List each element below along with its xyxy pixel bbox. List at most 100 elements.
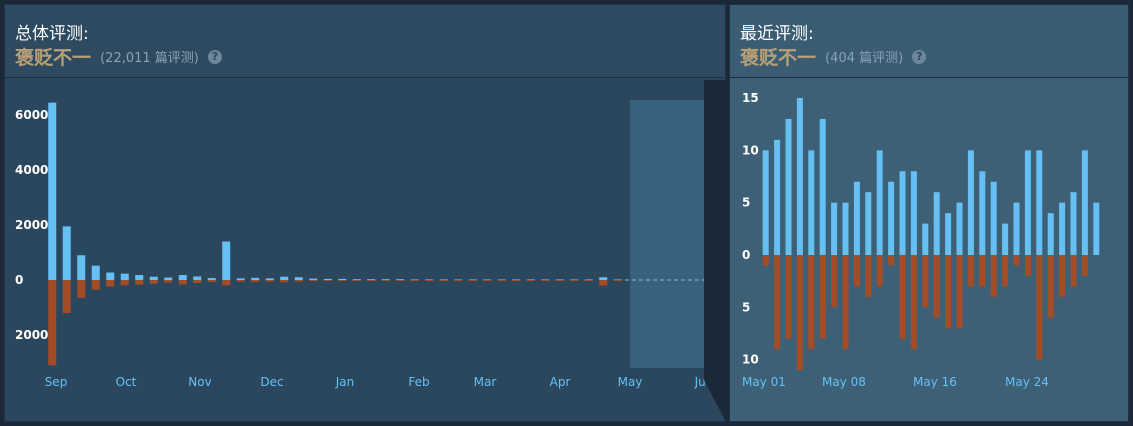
positive-review-bar — [1093, 202, 1100, 255]
negative-review-bar — [410, 280, 419, 281]
overall-reviews-chart[interactable]: 6000 4000 2000 0 2000 Sep Oct Nov Dec Jan Feb Mar Ap… — [5, 5, 725, 421]
negative-review-bar — [762, 255, 769, 266]
negative-review-bar — [106, 280, 115, 287]
positive-review-bar — [819, 118, 826, 255]
negative-review-bar — [853, 255, 860, 287]
negative-review-bar — [352, 280, 361, 281]
negative-review-bar — [865, 255, 872, 297]
negative-review-bar — [888, 255, 895, 266]
negative-review-bar — [1024, 255, 1031, 276]
negative-review-bar — [396, 280, 405, 281]
negative-review-bar — [945, 255, 952, 329]
x-tick-label: Jan — [335, 375, 355, 389]
negative-review-bar — [309, 280, 318, 282]
positive-review-bar — [149, 276, 158, 280]
negative-review-bar — [1047, 255, 1054, 318]
positive-review-bar — [77, 255, 86, 280]
positive-review-bar — [135, 275, 144, 280]
x-tick-label: May 01 — [742, 375, 786, 389]
positive-review-bar — [164, 277, 173, 280]
y-tick-label: 6000 — [15, 108, 48, 122]
positive-review-bar — [945, 213, 952, 255]
positive-review-bar — [990, 181, 997, 255]
negative-review-bar — [922, 255, 929, 308]
negative-review-bar — [338, 280, 347, 281]
negative-review-bar — [77, 280, 86, 298]
negative-review-bar — [62, 280, 71, 313]
negative-review-bar — [1013, 255, 1020, 266]
negative-review-bar — [876, 255, 883, 287]
positive-review-bar — [1013, 202, 1020, 255]
negative-review-bar — [933, 255, 940, 318]
negative-review-bar — [149, 280, 158, 284]
positive-review-bar — [796, 98, 803, 255]
positive-review-bar — [1081, 150, 1088, 255]
chart-connector-wedge — [704, 80, 728, 426]
highlight-range-overlay — [630, 100, 706, 368]
positive-review-bar — [120, 273, 129, 280]
x-tick-label: Nov — [188, 375, 211, 389]
negative-review-bar — [135, 280, 144, 285]
negative-review-bar — [584, 280, 593, 281]
negative-review-bar — [236, 280, 245, 282]
negative-review-bar — [831, 255, 838, 308]
negative-review-bar — [599, 280, 608, 286]
negative-review-bar — [570, 280, 579, 281]
positive-review-bar — [831, 202, 838, 255]
negative-review-bar — [796, 255, 803, 371]
positive-review-bar — [910, 171, 917, 255]
negative-review-bar — [265, 280, 274, 282]
x-tick-label: Sep — [45, 375, 68, 389]
y-tick-label: 2000 — [15, 218, 48, 232]
positive-review-bar — [251, 277, 260, 280]
y-tick-label: 0 — [742, 248, 750, 262]
positive-review-bar — [1047, 213, 1054, 255]
positive-review-bar — [774, 139, 781, 255]
y-tick-label: 0 — [15, 273, 23, 287]
positive-review-bar — [876, 150, 883, 255]
negative-review-bar — [425, 280, 434, 281]
y-tick-label: 5 — [742, 300, 750, 314]
positive-review-bar — [280, 276, 289, 280]
positive-review-bar — [599, 277, 608, 280]
negative-review-bar — [454, 280, 463, 281]
negative-review-bar — [967, 255, 974, 287]
x-tick-label: Feb — [408, 375, 429, 389]
x-tick-label: Apr — [550, 375, 571, 389]
negative-review-bar — [1081, 255, 1088, 276]
positive-review-bar — [762, 150, 769, 255]
y-tick-label: 2000 — [15, 328, 48, 342]
negative-review-bar — [193, 280, 202, 284]
negative-review-bar — [555, 280, 564, 281]
positive-review-bar — [865, 192, 872, 255]
positive-review-bar — [979, 171, 986, 255]
negative-review-bar — [178, 280, 187, 285]
y-tick-label: 15 — [742, 91, 759, 105]
x-tick-label: May — [618, 375, 643, 389]
recent-reviews-chart[interactable]: 15 10 5 0 5 10 May 01 May 08 May 16 May 24 — [730, 5, 1128, 421]
positive-review-bar — [922, 223, 929, 255]
positive-review-bar — [1036, 150, 1043, 255]
positive-review-bar — [48, 102, 57, 280]
negative-review-bar — [294, 280, 303, 282]
negative-review-bar — [526, 280, 535, 281]
negative-review-bar — [1070, 255, 1077, 287]
positive-review-bar — [967, 150, 974, 255]
positive-review-bar — [91, 265, 100, 280]
negative-review-bar — [381, 280, 390, 281]
positive-review-bar — [193, 276, 202, 280]
negative-review-bar — [439, 280, 448, 281]
negative-review-bar — [164, 280, 173, 283]
positive-review-bar — [309, 278, 318, 280]
negative-review-bar — [251, 280, 260, 282]
positive-review-bar — [888, 181, 895, 255]
negative-review-bar — [207, 280, 216, 282]
positive-review-bar — [899, 171, 906, 255]
positive-review-bar — [933, 192, 940, 255]
negative-review-bar — [1059, 255, 1066, 297]
negative-review-bar — [497, 280, 506, 281]
positive-review-bar — [62, 226, 71, 280]
negative-review-bar — [956, 255, 963, 329]
negative-review-bar — [979, 255, 986, 287]
recent-reviews-panel: 最近评测: 褒贬不一 (404 篇评测) ? 15 10 5 0 5 10 May 01 Ma… — [729, 4, 1129, 422]
